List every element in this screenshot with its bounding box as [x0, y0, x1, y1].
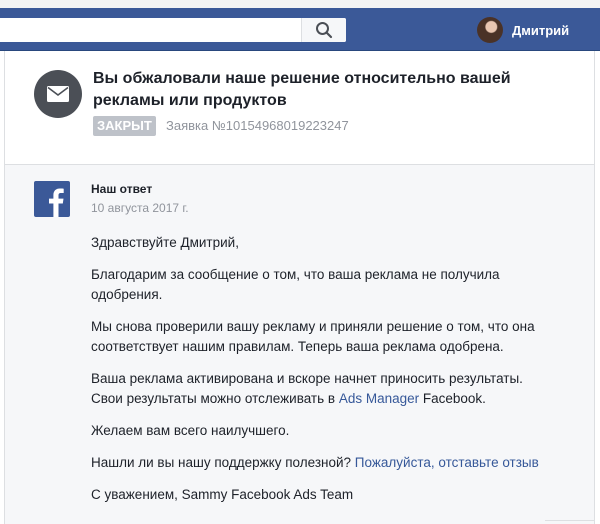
top-navigation-bar: Дмитрий [0, 8, 600, 51]
response-body: Здравствуйте Дмитрий, Благодарим за сооб… [91, 233, 551, 517]
ads-manager-link[interactable]: Ads Manager [339, 391, 419, 406]
card-corner-edge [545, 520, 595, 521]
response-title: Наш ответ [91, 182, 153, 196]
status-badge: ЗАКРЫТ [93, 116, 156, 136]
page-border-right [594, 51, 595, 524]
envelope-icon [34, 70, 82, 118]
paragraph-3: Ваша реклама активирована и вскоре начне… [91, 369, 551, 409]
request-header: Вы обжаловали наше решение относительно … [5, 51, 594, 165]
paragraph-2: Мы снова проверили вашу рекламу и принял… [91, 319, 535, 354]
feedback-link[interactable]: Пожалуйста, отставьте отзыв [355, 455, 539, 470]
paragraph-1: Благодарим за сообщение о том, что ваша … [91, 267, 500, 302]
signoff: С уважением, Sammy Facebook Ads Team [91, 487, 354, 502]
paragraph-5: Нашли ли вы нашу поддержку полезной? Пож… [91, 453, 551, 473]
search-button[interactable] [301, 18, 346, 42]
search-field[interactable] [0, 18, 346, 42]
paragraph-4: Желаем вам всего наилучшего. [91, 423, 290, 438]
response-date: 10 августа 2017 г. [91, 201, 189, 215]
paragraph-5-text: Нашли ли вы нашу поддержку полезной? [91, 455, 355, 470]
ticket-number: Заявка №10154968019223247 [166, 118, 349, 133]
profile-name-link[interactable]: Дмитрий [512, 23, 569, 38]
page-title: Вы обжаловали наше решение относительно … [93, 70, 511, 109]
search-icon [316, 22, 333, 39]
greeting: Здравствуйте Дмитрий, [91, 235, 239, 250]
response-section: Наш ответ 10 августа 2017 г. Здравствуйт… [5, 165, 594, 524]
search-input[interactable] [0, 18, 308, 42]
avatar[interactable] [477, 17, 503, 43]
paragraph-3-suffix: Facebook. [419, 391, 486, 406]
facebook-logo-icon [34, 181, 70, 217]
